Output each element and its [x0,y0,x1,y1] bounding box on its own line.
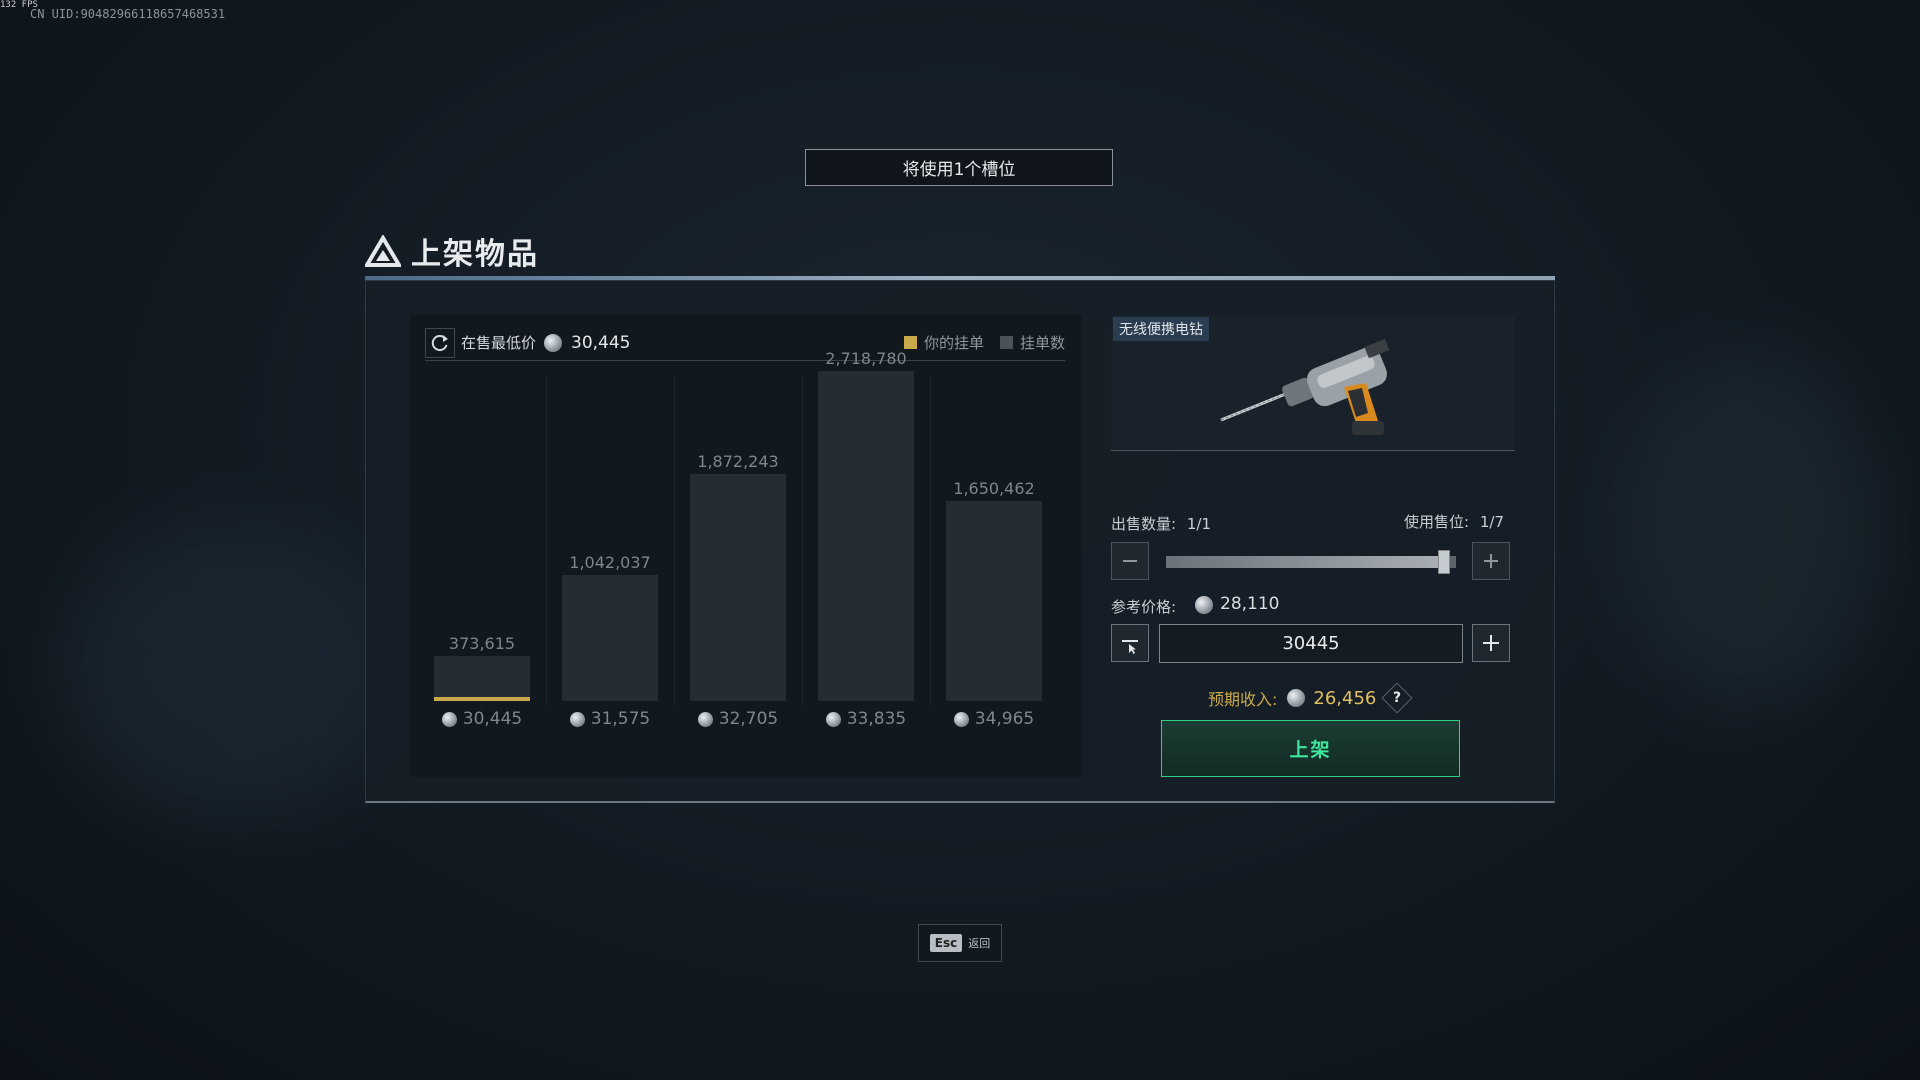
bar-value-label: 2,718,780 [825,349,907,368]
chart-bar [946,501,1042,701]
lowest-price-label: 在售最低价 [461,334,537,352]
coin-icon [544,333,563,352]
plus-icon [1483,635,1499,651]
minus-icon [1122,640,1138,654]
coin-icon [825,711,841,727]
reference-price-value: 28,110 [1220,594,1280,614]
coin-icon [697,711,713,727]
coin-icon [1287,689,1306,707]
chart-column-separator [674,377,675,707]
triangle-logo-icon [365,235,401,267]
cordless-drill-icon [1220,338,1390,435]
slots-value: 1/7 [1479,513,1504,531]
reference-price-label: 参考价格: [1111,598,1177,616]
panel-title-bar: 上架物品 [365,228,1555,280]
bar-value-label: 1,650,462 [953,479,1035,498]
coin-icon [1195,596,1213,614]
chart-bar [690,474,786,701]
slots-row: 使用售位: 1/7 [1404,511,1504,532]
quantity-value: 1/1 [1186,515,1211,533]
slots-label: 使用售位: [1404,513,1470,531]
legend-item-yours: 你的挂单 [903,332,984,353]
chart-column-separator [930,377,931,707]
bar-value-label: 1,042,037 [569,553,651,572]
coin-icon [569,711,585,727]
category-price-label: 30,445 [418,709,546,729]
quantity-increase-button[interactable] [1472,542,1510,580]
help-glyph: ? [1393,690,1402,706]
help-icon[interactable]: ? [1381,682,1413,714]
category-tick-label: 34,965 [974,709,1035,729]
price-decrease-button[interactable] [1111,624,1149,662]
bar-value-label: 373,615 [448,634,516,653]
quantity-slider-handle[interactable] [1438,550,1450,574]
expected-income-value: 26,456 [1313,687,1377,709]
chart-bar [434,656,530,701]
list-item-button[interactable]: 上架 [1161,720,1460,777]
refresh-button[interactable] [425,327,455,358]
item-preview: 无线便携电钻 [1111,315,1515,451]
background-blur [60,520,400,820]
background-blur [1620,350,1880,710]
user-uid: CN UID:90482966118657468531 [30,7,226,21]
chart-column-separator [802,377,803,707]
your-listing-marker [434,697,530,701]
chart-bar [818,371,914,701]
price-input[interactable] [1159,624,1463,663]
legend-item-count: 挂单数 [999,332,1065,353]
chart-plot-area: 373,615 30,445 1,042,037 31,575 1,872,243 32,… [410,349,1082,777]
expected-income-label: 预期收入: [1208,690,1278,709]
chart-column-separator [546,377,547,707]
category-price-label: 34,965 [930,709,1058,729]
back-button[interactable]: Esc 返回 [918,924,1002,962]
legend-swatch-count [999,336,1013,349]
lowest-price-value: 30,445 [571,332,631,353]
category-tick-label: 30,445 [462,709,523,729]
refresh-icon [431,334,448,351]
quantity-row: 出售数量: 1/1 [1111,513,1211,534]
item-name: 无线便携电钻 [1113,317,1209,341]
price-increase-button[interactable] [1472,624,1510,662]
coin-icon [441,711,457,727]
category-tick-label: 33,835 [846,709,907,729]
category-price-label: 31,575 [546,709,674,729]
category-price-label: 32,705 [674,709,802,729]
back-label: 返回 [968,937,991,950]
chart-header: 在售最低价 30,445 你的挂单 挂单数 [425,325,1065,361]
quantity-label: 出售数量: [1111,515,1177,533]
slot-usage-banner: 将使用1个槽位 [805,149,1113,186]
minus-icon [1123,560,1137,562]
esc-key-icon: Esc [929,934,963,952]
price-distribution-chart: 在售最低价 30,445 你的挂单 挂单数 373,615 30,445 1,042… [410,315,1082,777]
quantity-slider[interactable] [1166,550,1456,574]
chart-bar [562,575,658,701]
legend-label-yours: 你的挂单 [923,334,984,352]
expected-income-row: 预期收入: 26,456 ? [1208,682,1413,714]
chart-legend: 你的挂单 挂单数 [888,332,1065,353]
legend-swatch-yours [903,336,917,349]
quantity-slider-fill [1166,556,1450,568]
coin-icon [953,711,969,727]
legend-label-count: 挂单数 [1019,334,1065,352]
plus-icon [1484,554,1498,568]
page-title: 上架物品 [411,237,539,272]
category-tick-label: 31,575 [590,709,651,729]
category-tick-label: 32,705 [718,709,779,729]
bar-value-label: 1,872,243 [697,452,779,471]
category-price-label: 33,835 [802,709,930,729]
quantity-decrease-button[interactable] [1111,542,1149,580]
